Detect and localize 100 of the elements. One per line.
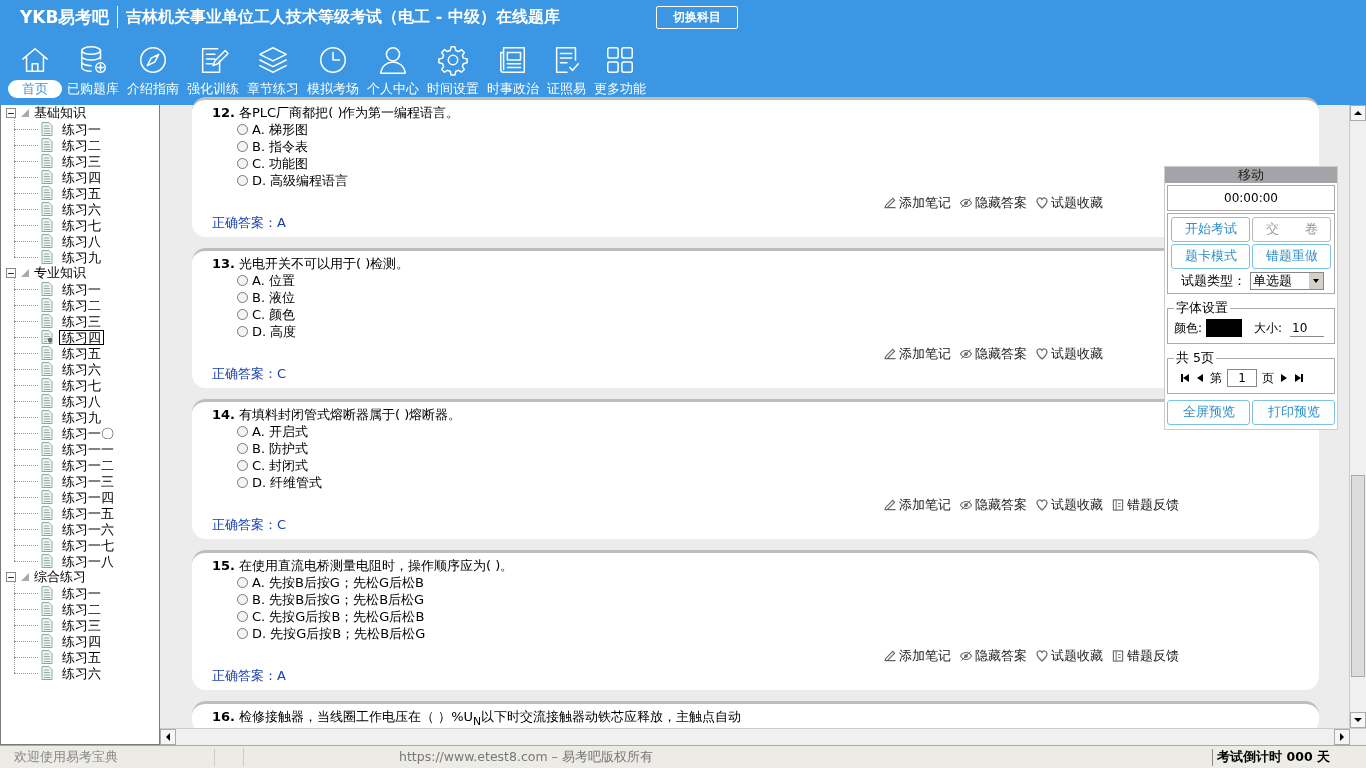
tree-item[interactable]: 练习一三: [59, 473, 117, 489]
tree-item[interactable]: 练习四: [59, 169, 104, 185]
radio-button[interactable]: [237, 628, 248, 639]
option-label[interactable]: C. 封闭式: [252, 456, 309, 475]
tree-group[interactable]: 专业知识: [34, 264, 86, 282]
action-link[interactable]: 错题反馈: [1112, 496, 1179, 514]
tree-item[interactable]: 练习六: [59, 361, 104, 377]
tree-item[interactable]: 练习六: [59, 201, 104, 217]
tree-item[interactable]: 练习一: [59, 281, 104, 297]
option-label[interactable]: A. 先按B后按G；先松G后松B: [252, 573, 424, 592]
tree-item[interactable]: 练习五: [59, 185, 104, 201]
radio-button[interactable]: [237, 141, 248, 152]
option-label[interactable]: B. 防护式: [252, 439, 309, 458]
action-link[interactable]: 试题收藏: [1036, 496, 1103, 514]
option-label[interactable]: C. 颜色: [252, 305, 296, 324]
option-label[interactable]: B. 指令表: [252, 137, 309, 156]
tree-item[interactable]: 练习九: [59, 249, 104, 265]
tree-item[interactable]: 练习二: [59, 137, 104, 153]
tree-item[interactable]: 练习三: [59, 153, 104, 169]
tree-group[interactable]: 综合练习: [34, 568, 86, 586]
action-link[interactable]: 添加笔记: [884, 496, 951, 514]
tree-item[interactable]: 练习一七: [59, 537, 117, 553]
action-link[interactable]: 试题收藏: [1036, 194, 1103, 212]
action-link[interactable]: 隐藏答案: [960, 345, 1027, 363]
page-field[interactable]: 1: [1227, 369, 1257, 387]
scroll-down-icon[interactable]: [1354, 718, 1362, 722]
tree-item[interactable]: 练习一五: [59, 505, 117, 521]
radio-button[interactable]: [237, 594, 248, 605]
tree-item[interactable]: 练习五: [59, 345, 104, 361]
option-label[interactable]: B. 液位: [252, 288, 296, 307]
type-dropdown[interactable]: 单选题: [1250, 272, 1324, 290]
action-link[interactable]: 隐藏答案: [960, 496, 1027, 514]
tree-item[interactable]: 练习一: [59, 585, 104, 601]
radio-button[interactable]: [237, 292, 248, 303]
radio-button[interactable]: [237, 577, 248, 588]
previous-page-icon[interactable]: [1195, 373, 1205, 383]
tree-item[interactable]: 练习二: [59, 297, 104, 313]
radio-button[interactable]: [237, 477, 248, 488]
radio-button[interactable]: [237, 275, 248, 286]
radio-button[interactable]: [237, 158, 248, 169]
last-page-icon[interactable]: [1294, 373, 1304, 383]
tree-item[interactable]: 练习七: [59, 377, 104, 393]
tree-item[interactable]: 练习五: [59, 649, 104, 665]
radio-button[interactable]: [237, 426, 248, 437]
radio-button[interactable]: [237, 124, 248, 135]
action-link[interactable]: 添加笔记: [884, 194, 951, 212]
tree-item[interactable]: 练习四: [59, 329, 104, 345]
collapse-toggle[interactable]: [6, 268, 16, 278]
panel-button[interactable]: 题卡模式: [1171, 244, 1250, 269]
collapse-toggle[interactable]: [6, 108, 16, 118]
horizontal-scrollbar[interactable]: [160, 728, 1366, 745]
tree-item[interactable]: 练习九: [59, 409, 104, 425]
tree-item[interactable]: 练习七: [59, 217, 104, 233]
color-swatch[interactable]: [1206, 319, 1243, 337]
panel-title[interactable]: 移动: [1165, 167, 1337, 183]
option-label[interactable]: C. 功能图: [252, 154, 309, 173]
scroll-up-icon[interactable]: [1354, 111, 1362, 115]
tree-item[interactable]: 练习八: [59, 233, 104, 249]
tree-item[interactable]: 练习一六: [59, 521, 117, 537]
tree-item[interactable]: 练习六: [59, 665, 104, 681]
radio-button[interactable]: [237, 175, 248, 186]
collapse-toggle[interactable]: [6, 572, 16, 582]
tree-item[interactable]: 练习一一: [59, 441, 117, 457]
tree-group[interactable]: 基础知识: [34, 105, 86, 122]
panel-button[interactable]: 开始考试: [1171, 217, 1250, 242]
tree-item[interactable]: 练习一八: [59, 553, 117, 569]
option-label[interactable]: D. 高度: [252, 322, 297, 341]
preview-button[interactable]: 打印预览: [1252, 400, 1335, 425]
tree-item[interactable]: 练习一〇: [59, 425, 117, 441]
option-label[interactable]: A. 位置: [252, 271, 295, 290]
action-link[interactable]: 错题反馈: [1112, 647, 1179, 665]
tree-item[interactable]: 练习三: [59, 313, 104, 329]
tree-item[interactable]: 练习二: [59, 601, 104, 617]
action-link[interactable]: 试题收藏: [1036, 647, 1103, 665]
radio-button[interactable]: [237, 443, 248, 454]
action-link[interactable]: 隐藏答案: [960, 647, 1027, 665]
vertical-scrollbar[interactable]: [1349, 105, 1366, 728]
radio-button[interactable]: [237, 326, 248, 337]
action-link[interactable]: 试题收藏: [1036, 345, 1103, 363]
scroll-left-icon[interactable]: [166, 733, 170, 741]
preview-button[interactable]: 全屏预览: [1167, 400, 1250, 425]
tree-item[interactable]: 练习四: [59, 633, 104, 649]
tree-item[interactable]: 练习八: [59, 393, 104, 409]
first-page-icon[interactable]: [1180, 373, 1190, 383]
tree-item[interactable]: 练习一四: [59, 489, 117, 505]
scroll-right-icon[interactable]: [1340, 733, 1344, 741]
tree-item[interactable]: 练习一二: [59, 457, 117, 473]
tree-item[interactable]: 练习一: [59, 121, 104, 137]
action-link[interactable]: 隐藏答案: [960, 194, 1027, 212]
option-label[interactable]: A. 开启式: [252, 422, 308, 441]
option-label[interactable]: D. 高级编程语言: [252, 171, 349, 190]
radio-button[interactable]: [237, 611, 248, 622]
option-label[interactable]: C. 先按G后按B；先松G后松B: [252, 607, 425, 626]
panel-button[interactable]: 错题重做: [1252, 244, 1331, 269]
option-label[interactable]: B. 先按B后按G；先松B后松G: [252, 590, 425, 609]
tree-item[interactable]: 练习三: [59, 617, 104, 633]
option-label[interactable]: D. 纤维管式: [252, 473, 323, 492]
radio-button[interactable]: [237, 460, 248, 471]
next-page-icon[interactable]: [1279, 373, 1289, 383]
radio-button[interactable]: [237, 309, 248, 320]
